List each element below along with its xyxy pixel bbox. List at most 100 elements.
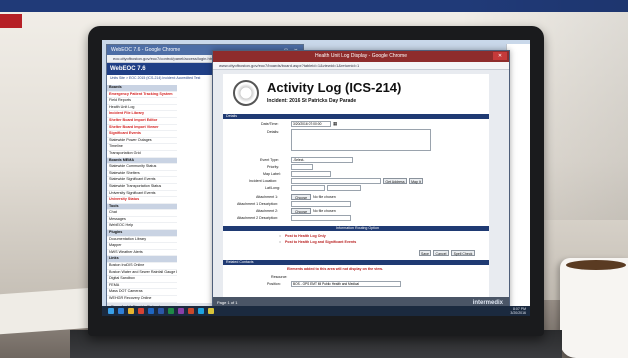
related-note: Elements added to this area will not dis…	[287, 267, 383, 271]
laptop: WebEOC 7.6 - Google Chrome – ▢ ✕ eoc.cit…	[88, 26, 544, 336]
sidebar-item[interactable]: Shelter Board Import Editor	[107, 118, 177, 125]
priority-label: Priority:	[267, 165, 280, 169]
webeoc-sidebar: Boards Emergency Patient Tracking System F…	[107, 85, 177, 310]
sidebar-item[interactable]: Documentation Library	[107, 237, 177, 244]
map-label-input[interactable]	[291, 171, 331, 177]
webeoc-title: WebEOC 7.6 - Google Chrome	[111, 47, 181, 53]
sidebar-item[interactable]: Mapper	[107, 243, 177, 250]
latitude-input[interactable]	[291, 185, 325, 191]
sidebar-section-header: Plugins	[107, 230, 177, 237]
routing-radio-1-icon[interactable]: ○	[279, 234, 281, 238]
sidebar-item[interactable]: NWS Weather Alerts	[107, 250, 177, 257]
city-seal-icon	[233, 80, 259, 106]
paint-icon[interactable]	[208, 308, 214, 314]
red-accent	[0, 14, 22, 28]
excel-icon[interactable]	[168, 308, 174, 314]
sidebar-item[interactable]: Health Unit Log	[107, 105, 177, 112]
chrome-icon[interactable]	[138, 308, 144, 314]
cancel-button[interactable]: Cancel	[433, 250, 449, 256]
date-time-input[interactable]: 3/20/2016 07:00:00	[291, 121, 331, 127]
sidebar-item[interactable]: Chat	[107, 210, 177, 217]
sidebar-item[interactable]: Boston Water and Sewer Rainfall Gauge Da…	[107, 270, 177, 277]
laptop-screen: WebEOC 7.6 - Google Chrome – ▢ ✕ eoc.cit…	[102, 40, 530, 316]
routing-option-1[interactable]: Post to Health Log Only	[285, 234, 326, 238]
priority-select[interactable]	[291, 164, 313, 170]
sidebar-item[interactable]: Shelter Board Import Viewer	[107, 125, 177, 132]
folder-icon[interactable]	[128, 308, 134, 314]
sidebar-item[interactable]: University Status	[107, 197, 177, 204]
attachment1-filename: No file chosen	[313, 195, 336, 199]
contact-resource-label: Resource:	[271, 275, 288, 279]
attachment1-description-input[interactable]	[291, 201, 351, 207]
attachment1-description-label: Attachment 1 Description:	[237, 202, 279, 206]
attachment1-choose-button[interactable]: Choose File	[291, 194, 311, 206]
date-time-label: Date/Time:	[261, 122, 279, 126]
longitude-input[interactable]	[327, 185, 361, 191]
attachment2-description-input[interactable]	[291, 215, 351, 221]
activity-log-title: Health Unit Log Display - Google Chrome	[315, 53, 407, 59]
sidebar-item[interactable]: Significant Events	[107, 131, 177, 138]
save-button[interactable]: Save	[419, 250, 431, 256]
sidebar-item[interactable]: Statewide Significant Events	[107, 177, 177, 184]
powerpoint-icon[interactable]	[188, 308, 194, 314]
ie-icon[interactable]	[118, 308, 124, 314]
incident-location-input[interactable]	[291, 178, 381, 184]
page-indicator: Page 1 of 1	[217, 300, 238, 305]
sidebar-section-header: Links	[107, 256, 177, 264]
sidebar-item[interactable]: WEHGR Recovery Online	[107, 296, 177, 303]
incident-location-label: Incident Location:	[249, 179, 278, 183]
attachment2-choose-button[interactable]: Choose File	[291, 208, 311, 220]
close-icon[interactable]: ✕	[493, 52, 507, 60]
attachment2-label: Attachment 2:	[256, 209, 279, 213]
event-type-label: Event Type:	[260, 158, 279, 162]
sidebar-item[interactable]: Statewide Power Outages	[107, 138, 177, 145]
routing-section-header: Information Routing Option	[223, 226, 489, 231]
background-photo: WebEOC 7.6 - Google Chrome – ▢ ✕ eoc.cit…	[0, 0, 628, 358]
system-clock[interactable]: 8:07 PM 3/20/2016	[510, 307, 526, 315]
sidebar-item[interactable]: Boston IncDIS Online	[107, 263, 177, 270]
sidebar-item[interactable]: Incident File Library	[107, 111, 177, 118]
sidebar-section-header: Boards	[107, 85, 177, 92]
start-icon[interactable]	[108, 308, 114, 314]
details-textarea[interactable]	[291, 129, 431, 151]
activity-log-titlebar[interactable]: Health Unit Log Display - Google Chrome …	[213, 51, 509, 62]
attachment2-description-label: Attachment 2 Description:	[237, 216, 279, 220]
sidebar-item[interactable]: FEMA	[107, 283, 177, 290]
sidebar-item[interactable]: Digital Sandbox	[107, 276, 177, 283]
sidebar-item[interactable]: Field Reports	[107, 98, 177, 105]
attachment1-label: Attachment 1:	[256, 195, 279, 199]
sidebar-item[interactable]: Statewide Community Status	[107, 164, 177, 171]
onenote-icon[interactable]	[178, 308, 184, 314]
sidebar-item[interactable]: Timeline	[107, 144, 177, 151]
sidebar-section-header: Tools	[107, 203, 177, 211]
calendar-icon[interactable]: ▦	[333, 121, 337, 127]
sidebar-item[interactable]: University Significant Events	[107, 191, 177, 198]
related-contacts-header: Related Contacts	[223, 260, 489, 265]
sidebar-item[interactable]: Emergency Patient Tracking System	[107, 92, 177, 99]
activity-log-window[interactable]: Health Unit Log Display - Google Chrome …	[212, 50, 510, 310]
outlook-icon[interactable]	[148, 308, 154, 314]
activity-log-address-bar[interactable]: www.cityofboston.gov/eoc7/boards/board.a…	[213, 62, 509, 70]
map-it-button[interactable]: Map It	[409, 178, 423, 184]
event-type-select[interactable]: -Select-	[291, 157, 353, 163]
sidebar-item[interactable]: Messages	[107, 217, 177, 224]
attachment2-filename: No file chosen	[313, 209, 336, 213]
contact-position-value[interactable]: BOS - OPS EMT MI Public Health and Medic…	[291, 281, 401, 287]
contact-position-label: Position:	[267, 282, 281, 286]
routing-radio-2-icon[interactable]: ○	[279, 240, 281, 244]
get-address-button[interactable]: Get Address	[383, 178, 407, 184]
spell-check-button[interactable]: Spell Check	[451, 250, 475, 256]
skype-icon[interactable]	[198, 308, 204, 314]
activity-log-content: Activity Log (ICS-214) Incident: 2016 St…	[213, 70, 509, 297]
sidebar-item[interactable]: Mass DOT Cameras	[107, 289, 177, 296]
sidebar-item[interactable]: Statewide Shelters	[107, 171, 177, 178]
word-icon[interactable]	[158, 308, 164, 314]
sidebar-item[interactable]: Transportation Grid	[107, 151, 177, 158]
incident-name: Incident: 2016 St Patricks Day Parade	[267, 98, 357, 104]
details-label: Details:	[267, 130, 279, 134]
routing-option-2[interactable]: Post to Health Log and Significant Event…	[285, 240, 356, 244]
sidebar-section-header: Boards MEMA	[107, 157, 177, 165]
map-label-label: Map Label:	[263, 172, 281, 176]
sidebar-item[interactable]: Statewide Transportation Status	[107, 184, 177, 191]
sidebar-item[interactable]: WebEOC Help	[107, 223, 177, 231]
